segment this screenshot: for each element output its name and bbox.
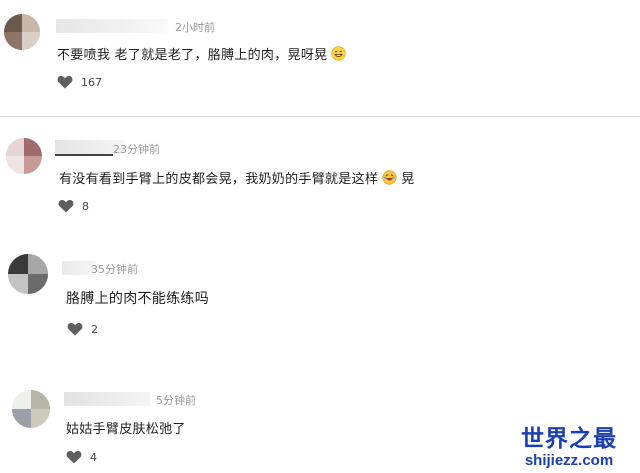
heart-icon xyxy=(57,75,73,89)
comment-text-content: 有没有看到手臂上的皮都会晃，我奶奶的手臂就是这样 xyxy=(59,172,379,187)
username-blurred xyxy=(56,19,168,33)
comment-text-content: 不要喷我 老了就是老了，胳膊上的肉，晃呀晃 xyxy=(57,48,328,63)
heart-icon xyxy=(58,199,74,213)
comment-text: 有没有看到手臂上的皮都会晃，我奶奶的手臂就是这样 晃 xyxy=(59,168,415,187)
avatar[interactable] xyxy=(12,390,50,428)
like-button[interactable]: 8 xyxy=(58,199,89,213)
like-count: 167 xyxy=(81,75,102,89)
grinning-face-emoji xyxy=(331,46,347,61)
comment-time: 35分钟前 xyxy=(91,263,138,276)
watermark-logo: 世界之最 shijiezz.com xyxy=(506,426,632,469)
comment-item: 23分钟前 有没有看到手臂上的皮都会晃，我奶奶的手臂就是这样 晃 8 xyxy=(0,118,640,230)
like-count: 8 xyxy=(82,199,89,213)
comment-item: 35分钟前 胳膊上的肉不能练练吗 2 xyxy=(0,240,640,350)
comment-time: 2小时前 xyxy=(175,21,215,34)
laughing-face-emoji xyxy=(382,170,397,185)
watermark-url: shijiezz.com xyxy=(524,452,614,469)
heart-icon xyxy=(67,322,83,336)
like-button[interactable]: 4 xyxy=(66,450,97,464)
comment-item: 2小时前 不要喷我 老了就是老了，胳膊上的肉，晃呀晃 167 xyxy=(0,0,640,112)
username-blurred xyxy=(64,392,150,406)
comment-time: 23分钟前 xyxy=(113,143,160,156)
comment-text: 不要喷我 老了就是老了，胳膊上的肉，晃呀晃 xyxy=(57,44,347,63)
like-button[interactable]: 167 xyxy=(57,75,102,89)
like-count: 4 xyxy=(90,450,97,464)
comment-text: 胳膊上的肉不能练练吗 xyxy=(66,291,209,307)
avatar[interactable] xyxy=(4,14,40,50)
like-count: 2 xyxy=(91,322,98,336)
watermark-title: 世界之最 xyxy=(521,426,617,452)
username-blurred xyxy=(55,154,113,156)
comment-text: 姑姑手臂皮肤松弛了 xyxy=(66,422,186,437)
avatar[interactable] xyxy=(8,254,48,294)
comment-time: 5分钟前 xyxy=(156,394,196,407)
divider xyxy=(0,116,640,117)
comment-text-end: 晃 xyxy=(401,172,415,187)
heart-icon xyxy=(66,450,82,464)
like-button[interactable]: 2 xyxy=(67,322,98,336)
avatar[interactable] xyxy=(6,138,42,174)
